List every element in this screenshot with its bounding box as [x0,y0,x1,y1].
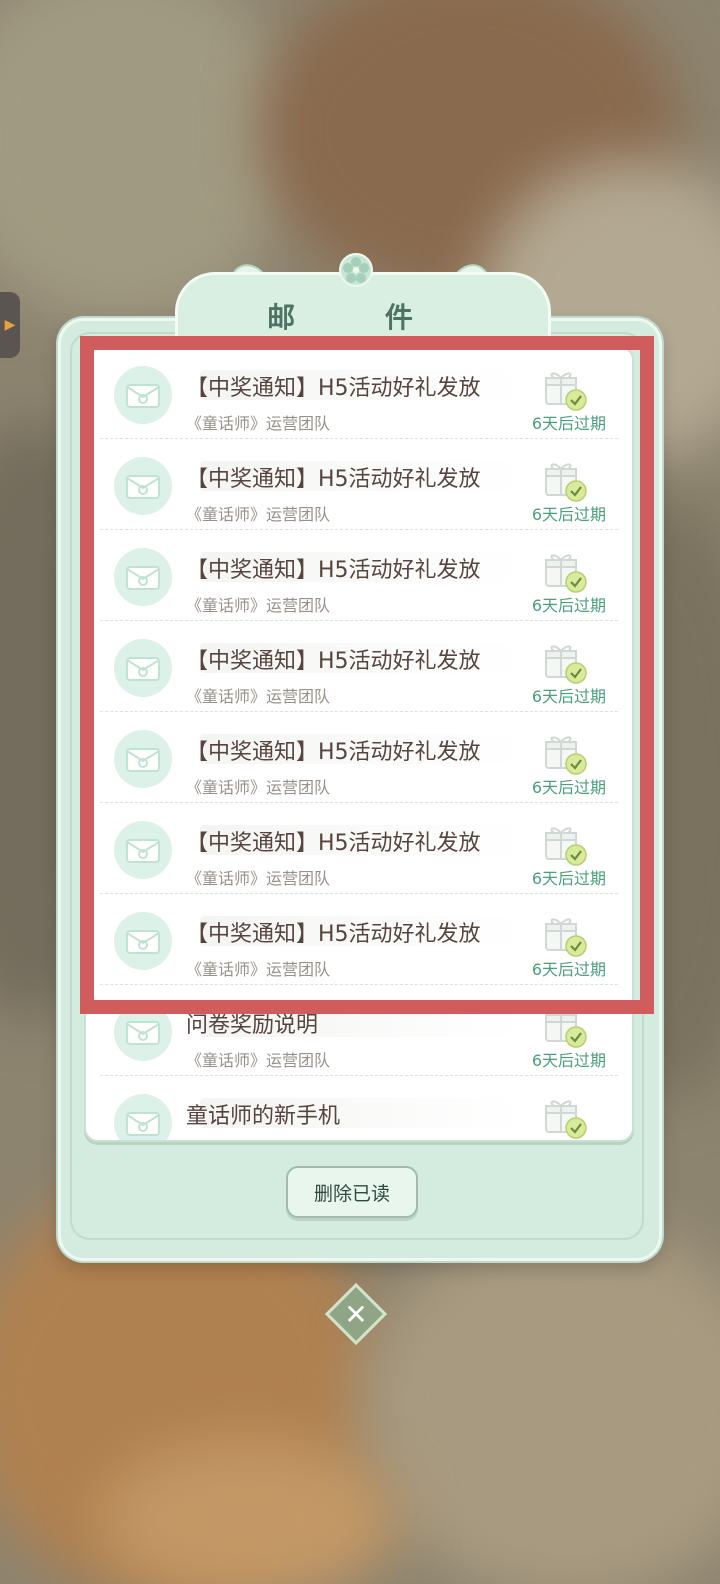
close-icon[interactable]: ✕ [334,1292,378,1336]
mail-sender: 《童话师》运营团队 [186,869,331,888]
mail-title: 【中奖通知】H5活动好礼发放 [186,467,481,492]
mail-title: 【中奖通知】H5活动好礼发放 [186,558,481,583]
envelope-icon [114,548,172,606]
mail-row[interactable]: 【中奖通知】H5活动好礼发放 《童话师》运营团队 6天后过期 [100,621,618,712]
page-title: 邮 件 [267,301,453,334]
envelope-icon [114,639,172,697]
gift-claimed-icon [545,372,587,411]
mail-title: 童话师的新手机 [186,1104,341,1129]
mail-expire: 6天后过期 [531,596,606,615]
mail-title: 【中奖通知】H5活动好礼发放 [186,922,481,947]
mail-title: 【中奖通知】H5活动好礼发放 [186,376,481,401]
gift-claimed-icon [545,918,587,957]
mail-expire: 6天后过期 [531,869,606,888]
gift-claimed-icon [545,463,587,502]
mail-title: 问卷奖励说明 [186,1013,319,1038]
side-expand-tab[interactable]: ▶ [0,292,20,358]
mail-title: 【中奖通知】H5活动好礼发放 [186,649,481,674]
mail-title: 【中奖通知】H5活动好礼发放 [186,740,481,765]
chevron-right-icon: ▶ [4,317,16,333]
gift-claimed-icon [545,554,587,593]
gift-claimed-icon [545,1100,587,1139]
mail-row[interactable]: 【中奖通知】H5活动好礼发放 《童话师》运营团队 6天后过期 [100,439,618,530]
mail-row[interactable]: 童话师的新手机 [100,1076,618,1140]
mail-expire: 6天后过期 [531,505,606,524]
gift-claimed-icon [545,1009,587,1048]
envelope-icon [114,912,172,970]
mail-row[interactable]: 【中奖通知】H5活动好礼发放 《童话师》运营团队 6天后过期 [100,348,618,439]
envelope-icon [114,366,172,424]
mail-expire: 6天后过期 [531,1051,606,1070]
mail-row[interactable]: 【中奖通知】H5活动好礼发放 《童话师》运营团队 6天后过期 [100,803,618,894]
envelope-icon [114,457,172,515]
envelope-icon [114,1003,172,1061]
mail-sender: 《童话师》运营团队 [186,1051,331,1070]
mail-list[interactable]: 【中奖通知】H5活动好礼发放 《童话师》运营团队 6天后过期 【中奖通知】H5活… [84,346,634,1142]
mail-sender: 《童话师》运营团队 [186,505,331,524]
mail-row[interactable]: 【中奖通知】H5活动好礼发放 《童话师》运营团队 6天后过期 [100,894,618,985]
mail-expire: 6天后过期 [531,778,606,797]
envelope-icon [114,1094,172,1140]
envelope-icon [114,730,172,788]
gift-claimed-icon [545,827,587,866]
delete-read-button[interactable]: 删除已读 [286,1166,418,1218]
mail-expire: 6天后过期 [531,414,606,433]
mail-expire: 6天后过期 [531,687,606,706]
mail-title: 【中奖通知】H5活动好礼发放 [186,831,481,856]
mail-expire: 6天后过期 [531,960,606,979]
flower-emblem-icon [339,253,373,287]
mail-row[interactable]: 【中奖通知】H5活动好礼发放 《童话师》运营团队 6天后过期 [100,712,618,803]
mail-sender: 《童话师》运营团队 [186,778,331,797]
gift-claimed-icon [545,736,587,775]
mail-sender: 《童话师》运营团队 [186,414,331,433]
mail-row[interactable]: 【中奖通知】H5活动好礼发放 《童话师》运营团队 6天后过期 [100,530,618,621]
envelope-icon [114,821,172,879]
mail-sender: 《童话师》运营团队 [186,596,331,615]
mail-sender: 《童话师》运营团队 [186,687,331,706]
gift-claimed-icon [545,645,587,684]
mail-sender: 《童话师》运营团队 [186,960,331,979]
mail-row[interactable]: 问卷奖励说明 《童话师》运营团队 6天后过期 [100,985,618,1076]
